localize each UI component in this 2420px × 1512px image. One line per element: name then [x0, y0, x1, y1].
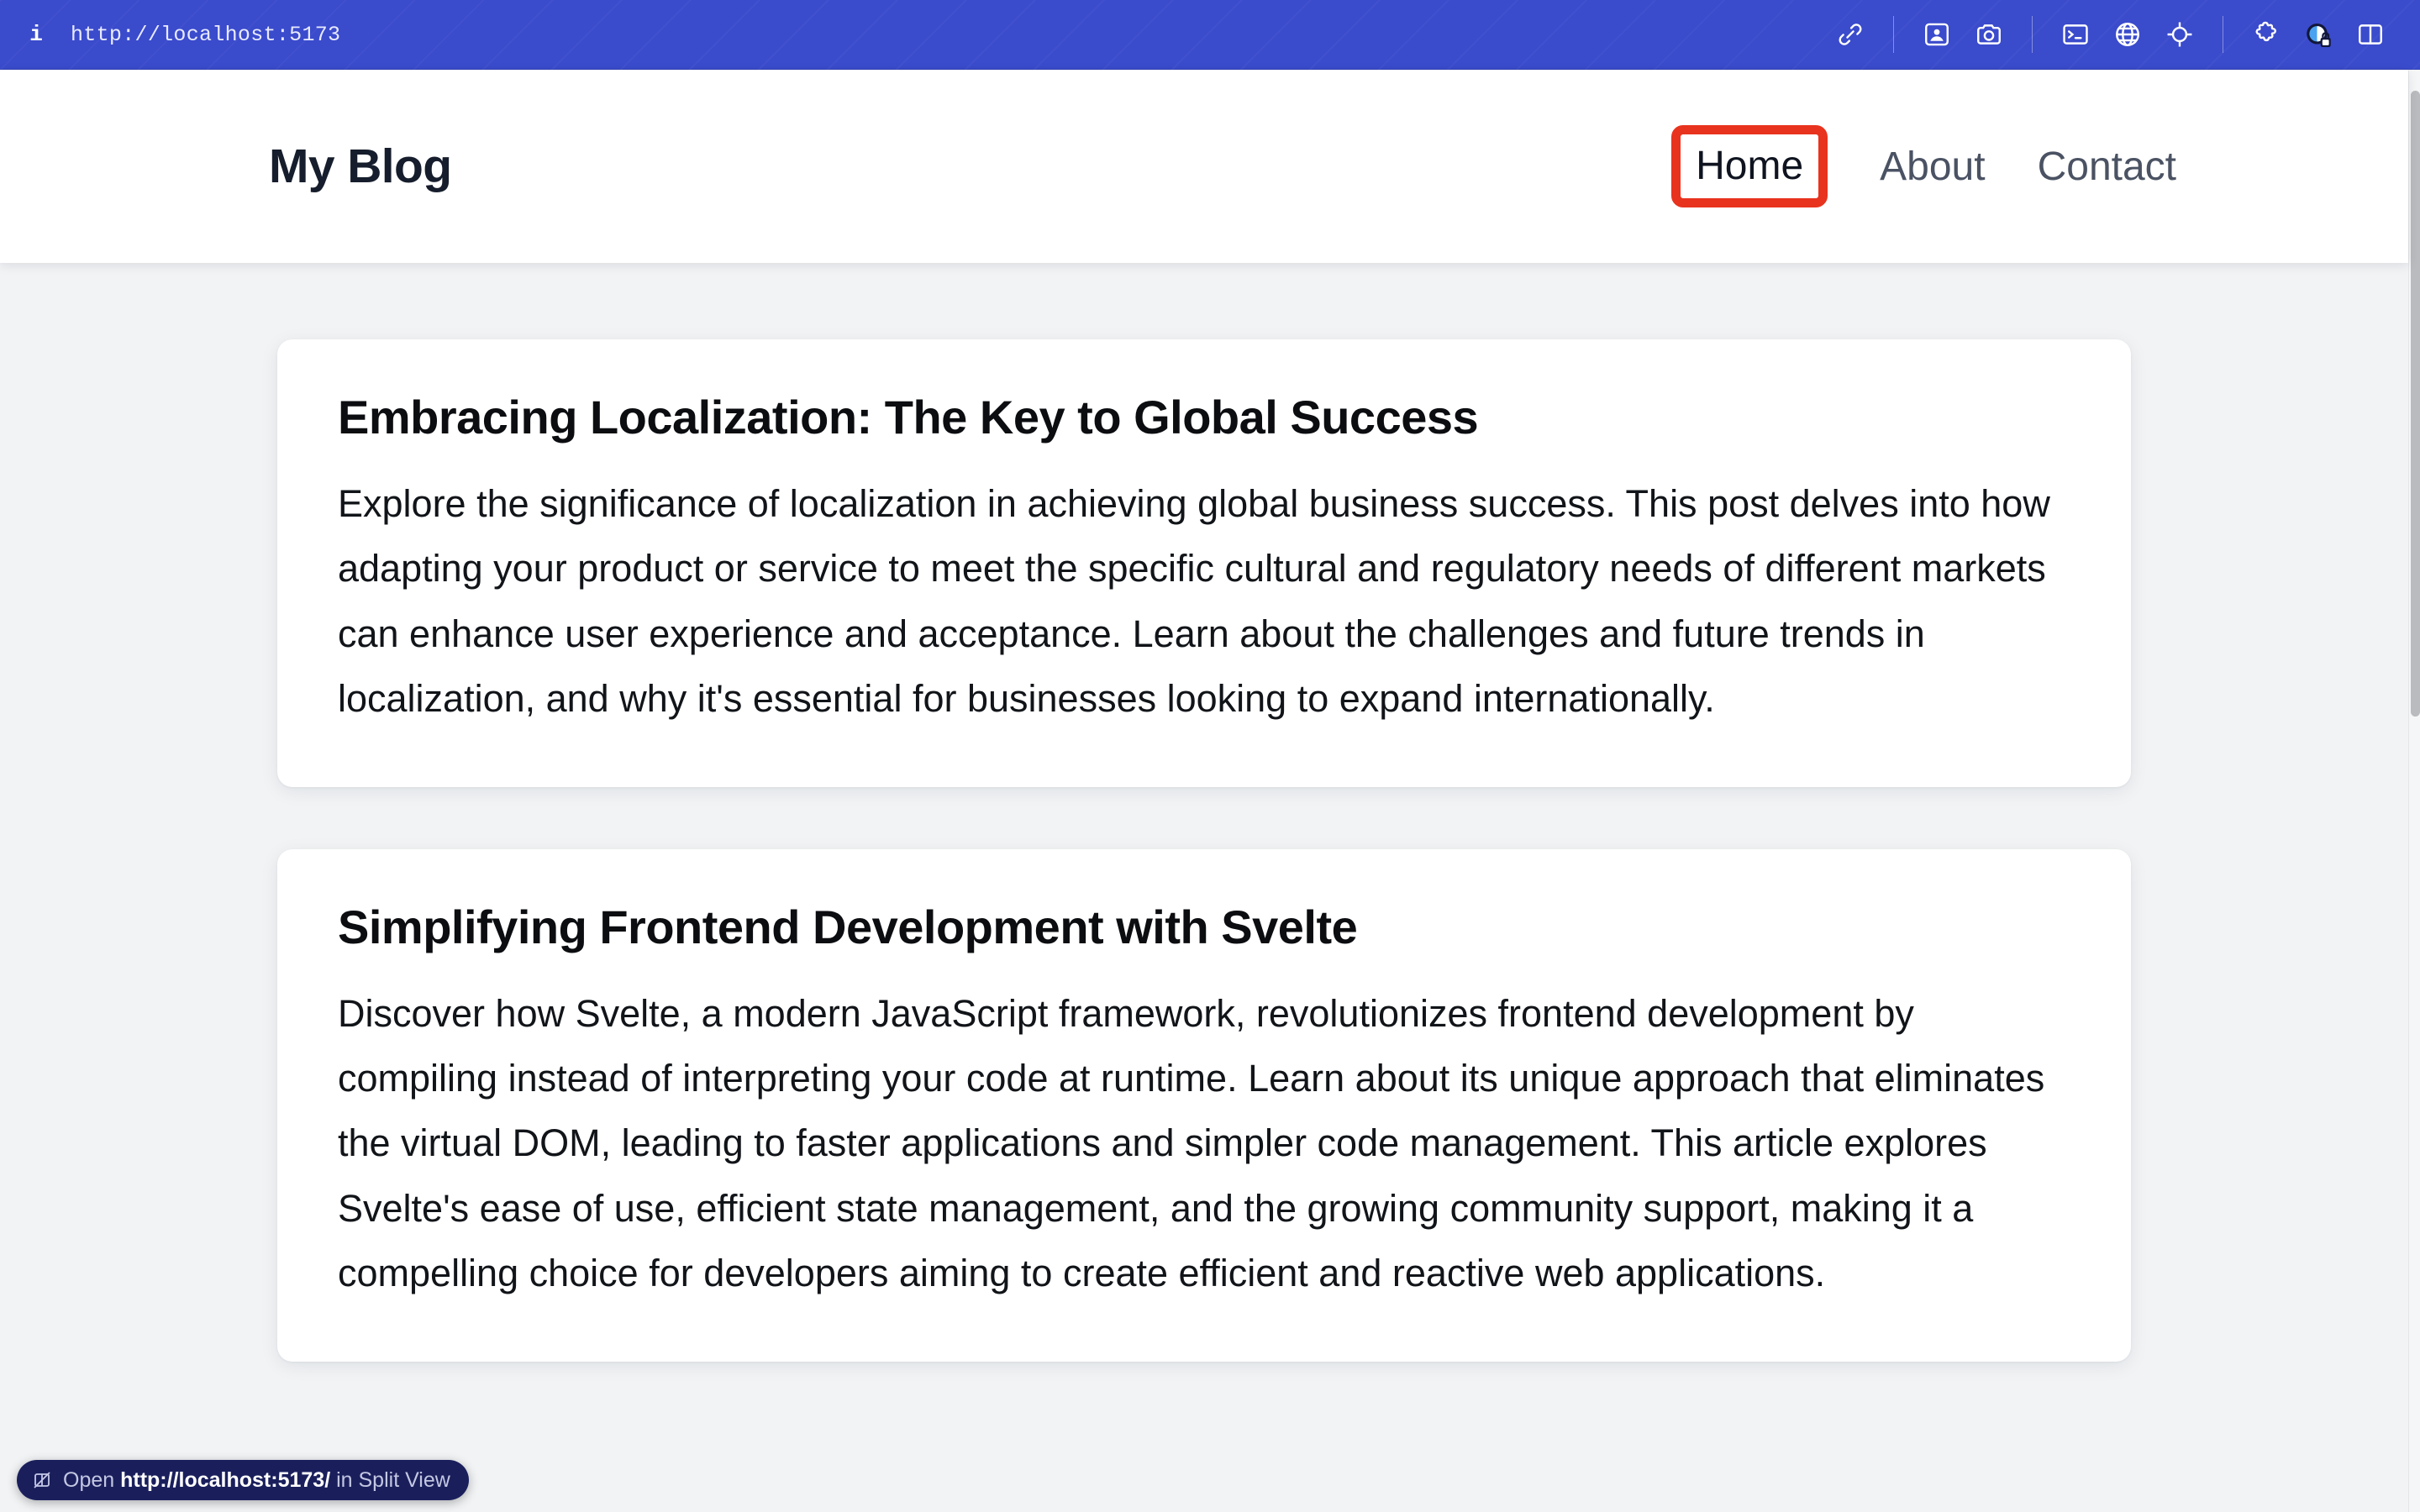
post-list: Embracing Localization: The Key to Globa… — [0, 263, 2408, 1512]
nav-link-about[interactable]: About — [1880, 144, 1985, 190]
chrome-left-group: i http://localhost:5173 — [0, 22, 340, 47]
split-view-toast[interactable]: Open http://localhost:5173/ in Split Vie… — [17, 1460, 469, 1500]
nav-link-contact[interactable]: Contact — [2038, 144, 2176, 190]
page-title: My Blog — [269, 139, 451, 194]
post-title: Embracing Localization: The Key to Globa… — [338, 390, 2070, 444]
puzzle-icon[interactable] — [2240, 11, 2292, 58]
split-view-off-icon — [32, 1470, 52, 1490]
post-body: Explore the significance of localization… — [338, 471, 2070, 732]
url-text[interactable]: http://localhost:5173 — [71, 23, 340, 47]
toolbar-divider — [1893, 16, 1894, 53]
scrollbar[interactable] — [2408, 71, 2420, 1512]
post-title: Simplifying Frontend Development with Sv… — [338, 900, 2070, 954]
terminal-icon[interactable] — [2049, 11, 2102, 58]
target-icon[interactable] — [2154, 11, 2206, 58]
info-icon[interactable]: i — [25, 22, 47, 47]
toolbar-divider — [2032, 16, 2033, 53]
privacy-lock-icon[interactable] — [2292, 11, 2344, 58]
image-icon[interactable] — [1911, 11, 1963, 58]
link-icon[interactable] — [1824, 11, 1876, 58]
toast-url: http://localhost:5173/ — [120, 1468, 330, 1492]
nav-link-home[interactable]: Home — [1696, 144, 1803, 188]
home-highlight-box: Home — [1671, 125, 1828, 207]
camera-icon[interactable] — [1963, 11, 2015, 58]
main-navigation: Home About Contact — [1671, 125, 2176, 207]
toast-text: Open http://localhost:5173/ in Split Vie… — [63, 1468, 450, 1493]
scrollbar-thumb[interactable] — [2411, 91, 2420, 717]
globe-icon[interactable] — [2102, 11, 2154, 58]
post-card[interactable]: Embracing Localization: The Key to Globa… — [277, 339, 2131, 787]
post-card[interactable]: Simplifying Frontend Development with Sv… — [277, 849, 2131, 1362]
split-view-icon[interactable] — [2344, 11, 2396, 58]
chrome-toolbar — [1824, 11, 2420, 58]
toast-suffix: in Split View — [330, 1468, 450, 1492]
site-header: My Blog Home About Contact — [0, 70, 2408, 263]
toast-prefix: Open — [63, 1468, 120, 1492]
browser-chrome-bar: i http://localhost:5173 — [0, 0, 2420, 70]
post-body: Discover how Svelte, a modern JavaScript… — [338, 981, 2070, 1306]
